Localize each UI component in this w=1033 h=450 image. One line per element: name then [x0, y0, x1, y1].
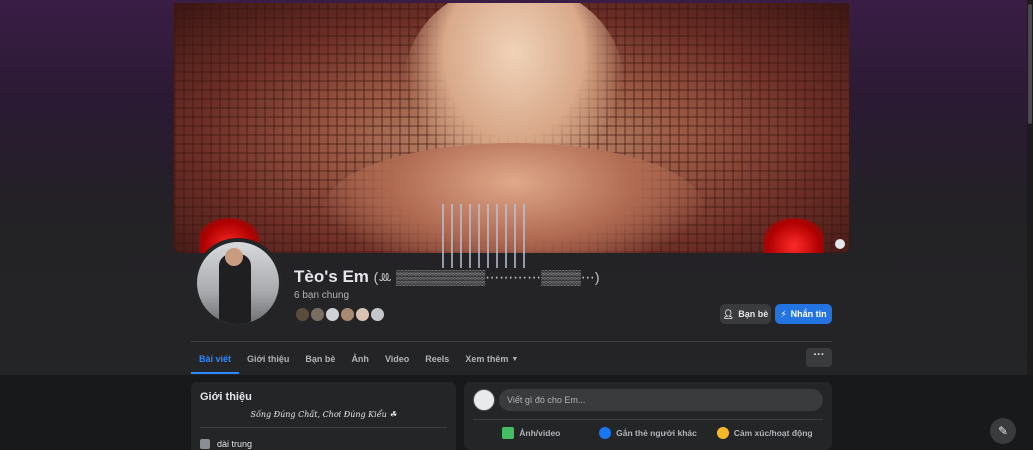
composer-actions: Ảnh/video Gắn thẻ người khác Cảm xúc/hoạ… [473, 423, 823, 443]
photo-video-label: Ảnh/video [519, 428, 561, 438]
person-check-icon: 👤︎ [722, 308, 735, 319]
message-button[interactable]: ⚡︎ Nhắn tin [775, 304, 832, 324]
intro-detail-text: dài trung [217, 439, 253, 449]
tab-posts[interactable]: Bài viết [191, 345, 240, 374]
tab-label: Video [384, 354, 410, 364]
cover-edit-icon[interactable] [835, 239, 845, 249]
profile-name: Tèo's Em (ꔛ ▒▒▒▒▒▒▒▒▒⋯⋯⋯⋯▒▒▒▒⋯) [294, 267, 600, 287]
tag-people-button[interactable]: Gắn thẻ người khác [590, 423, 707, 443]
tab-friends[interactable]: Bạn bè [297, 345, 343, 373]
tag-people-label: Gắn thẻ người khác [616, 428, 697, 438]
tab-label: Bạn bè [305, 354, 336, 364]
smiley-icon [716, 427, 729, 439]
tab-about[interactable]: Giới thiệu [239, 345, 297, 373]
cover-lamp-right [764, 218, 824, 253]
intro-card: Giới thiệu Sống Đúng Chất, Chơi Đúng Kiể… [191, 382, 456, 450]
caret-down-icon: ▼ [511, 355, 519, 363]
tab-label: Ảnh [351, 354, 369, 364]
more-options-button[interactable]: ··· [806, 348, 832, 367]
tab-videos[interactable]: Video [377, 345, 417, 373]
mutual-friend-avatars[interactable] [294, 306, 386, 324]
profile-name-text: Tèo's Em [294, 267, 369, 286]
composer-divider [473, 419, 823, 420]
mutual-friends-count[interactable]: 6 bạn chung [294, 290, 349, 301]
photo-video-button[interactable]: Ảnh/video [473, 423, 590, 443]
profile-tabs: Bài viết Giới thiệu Bạn bè Ảnh Video Ree… [191, 345, 526, 374]
intro-divider [200, 427, 447, 428]
scrollbar-thumb[interactable] [1028, 4, 1032, 124]
info-icon [200, 439, 210, 449]
tab-label: Xem thêm [465, 354, 509, 364]
feeling-activity-button[interactable]: Cảm xúc/hoạt động [706, 423, 823, 443]
tab-label: Reels [425, 354, 450, 364]
tab-label: Bài viết [199, 354, 232, 364]
intro-bio: Sống Đúng Chất, Chơi Đúng Kiểu ☘ [250, 410, 397, 419]
composer-avatar[interactable] [473, 389, 495, 411]
avatar-head [225, 248, 243, 266]
profile-name-decoration: (ꔛ ▒▒▒▒▒▒▒▒▒⋯⋯⋯⋯▒▒▒▒⋯) [373, 269, 600, 285]
tab-photos[interactable]: Ảnh [343, 345, 377, 373]
tab-more[interactable]: Xem thêm ▼ [457, 345, 526, 373]
name-decoration-glyphs [442, 204, 530, 268]
friends-button[interactable]: 👤︎ Bạn bè [720, 304, 771, 324]
post-composer: Ảnh/video Gắn thẻ người khác Cảm xúc/hoạ… [464, 382, 832, 450]
intro-detail-row: dài trung [200, 439, 252, 449]
photo-icon [502, 427, 515, 439]
tag-person-icon [599, 427, 612, 439]
intro-title: Giới thiệu [200, 391, 252, 403]
tab-label: Giới thiệu [247, 354, 290, 364]
profile-page: Tèo's Em (ꔛ ▒▒▒▒▒▒▒▒▒⋯⋯⋯⋯▒▒▒▒⋯) 6 bạn ch… [0, 0, 1033, 450]
tab-reels[interactable]: Reels [417, 345, 457, 373]
feeling-activity-label: Cảm xúc/hoạt động [733, 428, 813, 438]
edit-compose-icon[interactable]: ✎ [990, 418, 1016, 444]
profile-divider [191, 341, 832, 342]
composer-input[interactable] [499, 389, 823, 411]
message-button-label: Nhắn tin [790, 309, 827, 319]
friends-button-label: Bạn bè [738, 309, 769, 319]
mutual-friend-avatar[interactable] [369, 306, 386, 323]
messenger-icon: ⚡︎ [780, 308, 787, 319]
profile-avatar[interactable] [193, 238, 283, 328]
